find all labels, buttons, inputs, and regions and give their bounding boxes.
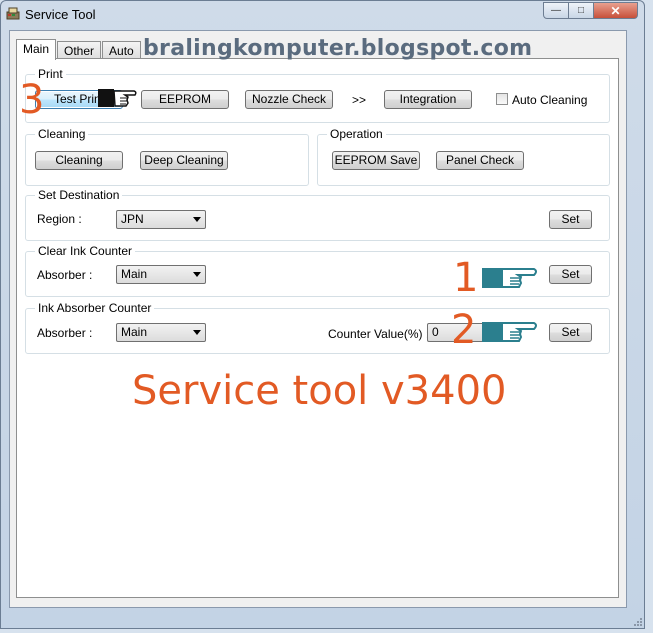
caption-overlay: Service tool v3400 bbox=[132, 368, 507, 414]
app-icon bbox=[6, 7, 20, 20]
tab-strip: Main Other Auto bbox=[16, 39, 142, 60]
nozzle-check-button[interactable]: Nozzle Check bbox=[245, 90, 333, 109]
clear-ink-counter-set-button[interactable]: Set bbox=[549, 265, 592, 284]
deep-cleaning-button[interactable]: Deep Cleaning bbox=[140, 151, 228, 170]
set-destination-button[interactable]: Set bbox=[549, 210, 592, 229]
tab-main[interactable]: Main bbox=[16, 39, 57, 60]
region-select[interactable]: JPN bbox=[116, 210, 206, 229]
step-1-number: 1 bbox=[453, 255, 479, 301]
chevron-down-icon bbox=[193, 330, 201, 335]
region-label: Region : bbox=[37, 212, 82, 226]
region-value: JPN bbox=[121, 212, 144, 226]
counter-absorber-value: Main bbox=[121, 325, 148, 339]
minimize-button[interactable]: — bbox=[543, 2, 569, 19]
counter-absorber-label: Absorber : bbox=[37, 326, 93, 340]
close-icon: ✕ bbox=[610, 3, 621, 18]
cleaning-group-label: Cleaning bbox=[35, 127, 89, 141]
chevron-down-icon bbox=[193, 272, 201, 277]
ink-absorber-counter-group-label: Ink Absorber Counter bbox=[35, 301, 155, 315]
pointing-hand-icon bbox=[482, 322, 537, 342]
minimize-icon: — bbox=[551, 5, 561, 16]
resize-grip-icon[interactable] bbox=[632, 616, 642, 626]
step-2-number: 2 bbox=[451, 307, 477, 353]
title-bar[interactable]: Service Tool — □ ✕ bbox=[1, 1, 644, 29]
counter-value: 0 bbox=[432, 325, 439, 339]
eeprom-button[interactable]: EEPROM bbox=[141, 90, 229, 109]
pointing-hand-icon bbox=[482, 268, 537, 288]
pointing-hand-icon bbox=[98, 89, 137, 107]
set-destination-group: Set Destination Region : JPN Set bbox=[25, 188, 610, 241]
auto-cleaning-label: Auto Cleaning bbox=[512, 93, 588, 107]
operation-group-label: Operation bbox=[327, 127, 386, 141]
chevron-down-icon bbox=[193, 217, 201, 222]
ink-absorber-counter-set-button[interactable]: Set bbox=[549, 323, 592, 342]
arrows-label: >> bbox=[352, 93, 367, 107]
panel-check-button[interactable]: Panel Check bbox=[436, 151, 524, 170]
blog-watermark: bralingkomputer.blogspot.com bbox=[143, 36, 533, 61]
eeprom-save-button[interactable]: EEPROM Save bbox=[332, 151, 420, 170]
cleaning-button[interactable]: Cleaning bbox=[35, 151, 123, 170]
counter-value-label: Counter Value(%) : bbox=[328, 327, 430, 341]
cleaning-group: Cleaning Cleaning Deep Cleaning bbox=[25, 127, 309, 186]
clear-absorber-value: Main bbox=[121, 267, 148, 281]
clear-ink-counter-group-label: Clear Ink Counter bbox=[35, 244, 136, 258]
window-controls: — □ ✕ bbox=[543, 2, 638, 20]
maximize-button[interactable]: □ bbox=[569, 2, 594, 19]
service-tool-window: Service Tool — □ ✕ Main Other Auto Print… bbox=[0, 0, 645, 629]
auto-cleaning-checkbox[interactable] bbox=[496, 93, 508, 105]
integration-button[interactable]: Integration bbox=[384, 90, 472, 109]
set-destination-group-label: Set Destination bbox=[35, 188, 123, 202]
step-3-number: 3 bbox=[19, 77, 45, 123]
close-button[interactable]: ✕ bbox=[594, 2, 638, 19]
clear-absorber-select[interactable]: Main bbox=[116, 265, 206, 284]
maximize-icon: □ bbox=[577, 5, 585, 16]
counter-absorber-select[interactable]: Main bbox=[116, 323, 206, 342]
clear-absorber-label: Absorber : bbox=[37, 268, 93, 282]
window-title: Service Tool bbox=[25, 7, 96, 22]
operation-group: Operation EEPROM Save Panel Check bbox=[317, 127, 610, 186]
